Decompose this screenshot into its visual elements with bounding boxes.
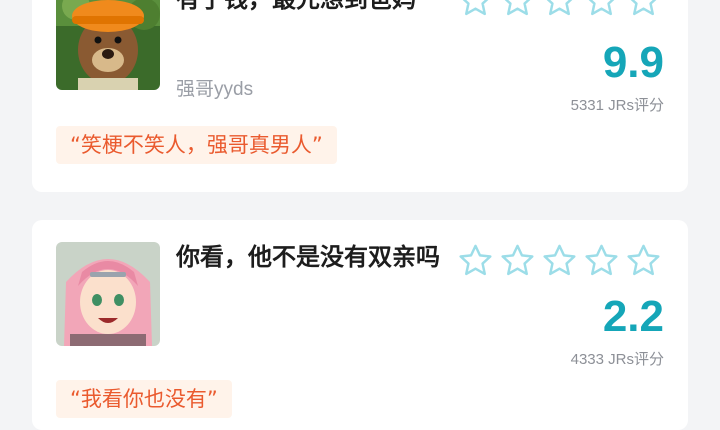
rating-card[interactable]: 你看，他不是没有双亲吗 2.2 4333 JRs评分 “我看你也没有” xyxy=(32,220,688,430)
rating-count: 5331 JRs评分 xyxy=(570,97,664,114)
card-title: 有了钱，最先想到爸妈 xyxy=(176,0,448,16)
star-outline-icon[interactable] xyxy=(540,0,579,19)
card-title: 你看，他不是没有双亲吗 xyxy=(176,243,440,271)
star-outline-icon[interactable] xyxy=(456,0,495,19)
star-outline-icon[interactable] xyxy=(498,0,537,19)
star-outline-icon[interactable] xyxy=(540,242,579,279)
star-outline-icon[interactable] xyxy=(498,242,537,279)
thumbnail-image[interactable] xyxy=(56,242,160,346)
rating-card[interactable]: 有了钱，最先想到爸妈 强哥yyds 9.9 5331 JRs评分 “笑梗不笑人，… xyxy=(32,0,688,192)
thumbnail-image[interactable] xyxy=(56,0,160,90)
star-outline-icon[interactable] xyxy=(624,0,663,19)
star-rating[interactable] xyxy=(456,0,663,19)
score-value: 2.2 xyxy=(602,292,664,341)
top-comment-quote[interactable]: “我看你也没有” xyxy=(56,380,232,418)
author-name[interactable]: 强哥yyds xyxy=(176,74,253,101)
star-outline-icon[interactable] xyxy=(624,242,663,279)
score-value: 9.9 xyxy=(602,38,664,87)
top-comment-quote[interactable]: “笑梗不笑人，强哥真男人” xyxy=(56,126,337,164)
star-outline-icon[interactable] xyxy=(582,242,621,279)
star-outline-icon[interactable] xyxy=(582,0,621,19)
star-rating[interactable] xyxy=(456,242,663,279)
rating-count: 4333 JRs评分 xyxy=(570,351,664,368)
star-outline-icon[interactable] xyxy=(456,242,495,279)
